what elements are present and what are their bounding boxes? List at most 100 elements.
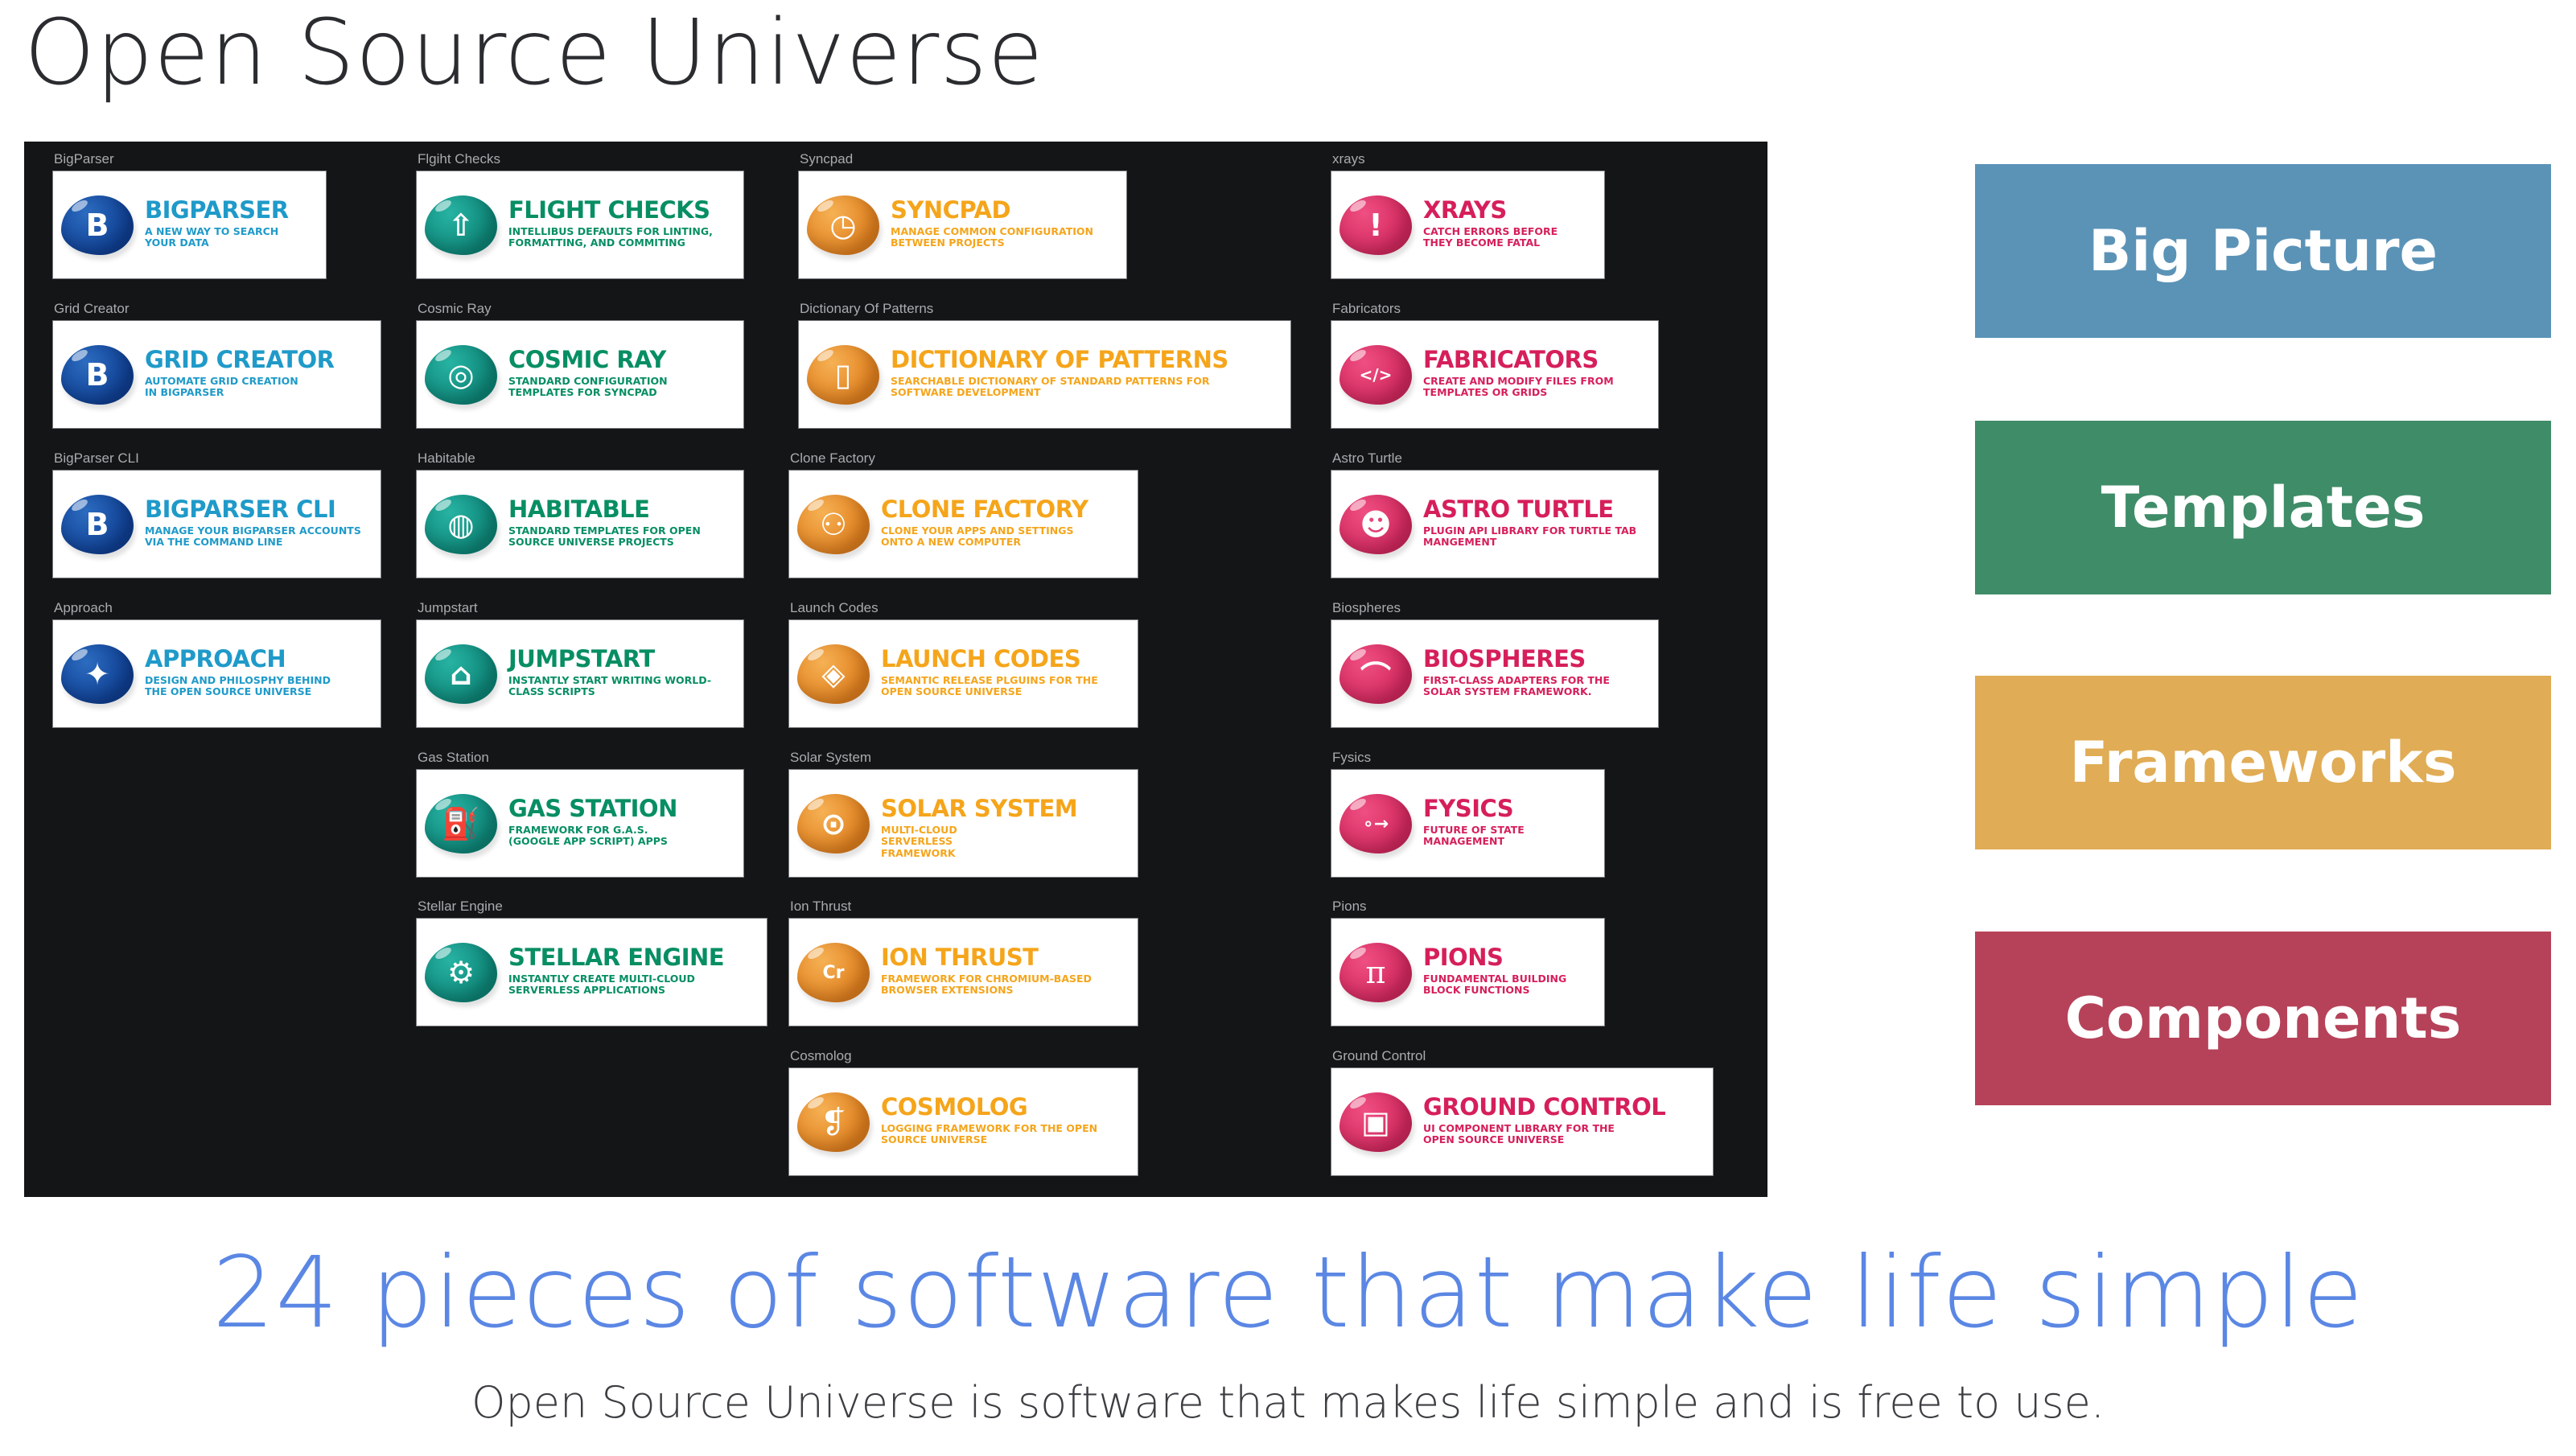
battery-box-icon: ⌂	[425, 644, 497, 704]
templates-button[interactable]: Templates	[1975, 421, 2551, 594]
rocket-tower-icon: ⇧	[425, 195, 497, 255]
project-card-gas-station[interactable]: ⛽ Gas Station Framework for G.A.S. (Goog…	[416, 769, 744, 878]
big-picture-button[interactable]: Big Picture	[1975, 164, 2551, 338]
project-label: Fabricators	[1332, 301, 1401, 316]
project-label: Pions	[1332, 899, 1367, 914]
card-title: Cosmolog	[881, 1093, 1028, 1121]
headline: 24 pieces of software that make life sim…	[212, 1236, 2364, 1350]
dome-icon: ⌒	[1339, 644, 1412, 704]
project-label: Syncpad	[800, 151, 854, 167]
project-card-launch-codes[interactable]: ◈ Launch Codes Semantic release plguins …	[788, 619, 1138, 728]
engine-icon: ⚙	[425, 943, 497, 1002]
card-description: UI component library for the Open Source…	[1423, 1122, 1615, 1146]
card-title: Flight Checks	[508, 196, 710, 224]
clone-pods-icon: ⚇	[797, 495, 870, 554]
card-title: Clone Factory	[881, 496, 1088, 523]
project-card-syncpad[interactable]: ◷ Syncpad Manage common configuration be…	[798, 171, 1127, 279]
card-title: Approach	[145, 645, 286, 672]
b-letter-icon: B	[61, 345, 134, 405]
card-description: Manage common configuration between proj…	[891, 225, 1093, 249]
b-letter-icon: B	[61, 495, 134, 554]
sync-dial-icon: ◷	[807, 195, 879, 255]
card-title: Xrays	[1423, 196, 1507, 224]
card-description: Plugin API library for Turtle tab mangem…	[1423, 524, 1637, 549]
card-description: Design and philosphy behind the Open Sou…	[145, 674, 331, 698]
project-card-pions[interactable]: π Pions Fundamental building block funct…	[1331, 918, 1605, 1026]
card-title: BigParser	[145, 196, 289, 224]
project-card-jumpstart[interactable]: ⌂ Jumpstart Instantly start writing worl…	[416, 619, 744, 728]
card-title: Stellar Engine	[508, 944, 725, 971]
project-board: BigParser B BigParser A new way to searc…	[24, 142, 1767, 1197]
card-title: Pions	[1423, 944, 1504, 971]
project-card-fabricators[interactable]: </> Fabricators Create and modify files …	[1331, 320, 1659, 429]
rocket-planet-icon: ✦	[61, 644, 134, 704]
card-description: First-class adapters for the Solar Syste…	[1423, 674, 1610, 698]
state-graph-icon: ∘→	[1339, 794, 1412, 853]
pi-icon: π	[1339, 943, 1412, 1002]
project-label: Launch Codes	[790, 600, 879, 615]
project-label: Stellar Engine	[418, 899, 503, 914]
project-card-ion-thrust[interactable]: Cr Ion Thrust Framework for Chromium-bas…	[788, 918, 1138, 1026]
project-card-stellar-engine[interactable]: ⚙ Stellar Engine Instantly create multi-…	[416, 918, 767, 1026]
project-card-ground-control[interactable]: ▣ Ground Control UI component library fo…	[1331, 1067, 1714, 1176]
card-title: Biospheres	[1423, 645, 1586, 672]
components-button[interactable]: Components	[1975, 932, 2551, 1105]
card-title: Ground Control	[1423, 1093, 1666, 1121]
card-description: Multi-cloud serverless framework	[881, 824, 957, 859]
card-description: A new way to search your data	[145, 225, 279, 249]
project-label: Ground Control	[1332, 1048, 1426, 1063]
card-description: Instantly create multi-cloud serverless …	[508, 973, 695, 997]
monitor-user-icon: ▣	[1339, 1092, 1412, 1152]
card-title: Cosmic Ray	[508, 346, 666, 373]
card-title: Gas Station	[508, 795, 677, 822]
card-title: Jumpstart	[508, 645, 655, 672]
card-description: Manage your BigParser accounts via the c…	[145, 524, 361, 549]
project-label: Fysics	[1332, 750, 1372, 765]
ion-icon: Cr	[797, 943, 870, 1002]
project-card-solar-system[interactable]: ⊙ Solar System Multi-cloud serverless fr…	[788, 769, 1138, 878]
project-card-dictionary-of-patterns[interactable]: ▯ Dictionary of Patterns Searchable dict…	[798, 320, 1291, 429]
card-description: Standard templates for Open Source Unive…	[508, 524, 701, 549]
project-label: Solar System	[790, 750, 872, 765]
card-description: Clone your apps and settings onto a new …	[881, 524, 1074, 549]
card-title: Ion Thrust	[881, 944, 1039, 971]
project-card-biospheres[interactable]: ⌒ Biospheres First-class adapters for th…	[1331, 619, 1659, 728]
project-label: Habitable	[418, 450, 475, 466]
card-description: Framework for Chromium-based browser ext…	[881, 973, 1092, 997]
project-card-cosmolog[interactable]: ❡ Cosmolog Logging framework for the Ope…	[788, 1067, 1138, 1176]
card-title: BigParser CLI	[145, 496, 336, 523]
project-card-cosmic-ray[interactable]: ◎ Cosmic Ray Standard configuration temp…	[416, 320, 744, 429]
book-search-icon: ▯	[807, 345, 879, 405]
galaxy-icon: ◎	[425, 345, 497, 405]
project-label: Dictionary Of Patterns	[800, 301, 934, 316]
globe-icon: ◍	[425, 495, 497, 554]
card-title: Solar System	[881, 795, 1078, 822]
orbits-icon: ⊙	[797, 794, 870, 853]
project-card-fysics[interactable]: ∘→ Fysics Future of state management	[1331, 769, 1605, 878]
frameworks-button[interactable]: Frameworks	[1975, 676, 2551, 849]
card-title: Fabricators	[1423, 346, 1599, 373]
project-label: Biospheres	[1332, 600, 1401, 615]
project-card-grid-creator[interactable]: B Grid Creator Automate grid creation in…	[52, 320, 381, 429]
card-description: Logging framework for the Open Source Un…	[881, 1122, 1098, 1146]
card-title: Dictionary of Patterns	[891, 346, 1228, 373]
project-card-flight-checks[interactable]: ⇧ Flight Checks Intellibus defaults for …	[416, 171, 744, 279]
project-card-habitable[interactable]: ◍ Habitable Standard templates for Open …	[416, 470, 744, 578]
card-description: Semantic release plguins for the Open So…	[881, 674, 1098, 698]
card-title: Grid Creator	[145, 346, 335, 373]
card-description: Create and modify files from templates o…	[1423, 375, 1614, 399]
project-card-bigparser[interactable]: B BigParser A new way to search your dat…	[52, 171, 327, 279]
project-label: BigParser CLI	[54, 450, 139, 466]
project-label: Approach	[54, 600, 113, 615]
project-label: Cosmolog	[790, 1048, 852, 1063]
project-card-astro-turtle[interactable]: ☻ Astro Turtle Plugin API library for Tu…	[1331, 470, 1659, 578]
fuel-pump-icon: ⛽	[425, 794, 497, 853]
project-label: Grid Creator	[54, 301, 130, 316]
robot-arm-icon: </>	[1339, 345, 1412, 405]
project-label: Clone Factory	[790, 450, 875, 466]
project-card-clone-factory[interactable]: ⚇ Clone Factory Clone your apps and sett…	[788, 470, 1138, 578]
project-card-bigparser-cli[interactable]: B BigParser CLI Manage your BigParser ac…	[52, 470, 381, 578]
project-card-approach[interactable]: ✦ Approach Design and philosphy behind t…	[52, 619, 381, 728]
project-card-xrays[interactable]: ! Xrays Catch errors before they become …	[1331, 171, 1605, 279]
card-description: Automate grid creation in BigParser	[145, 375, 298, 399]
